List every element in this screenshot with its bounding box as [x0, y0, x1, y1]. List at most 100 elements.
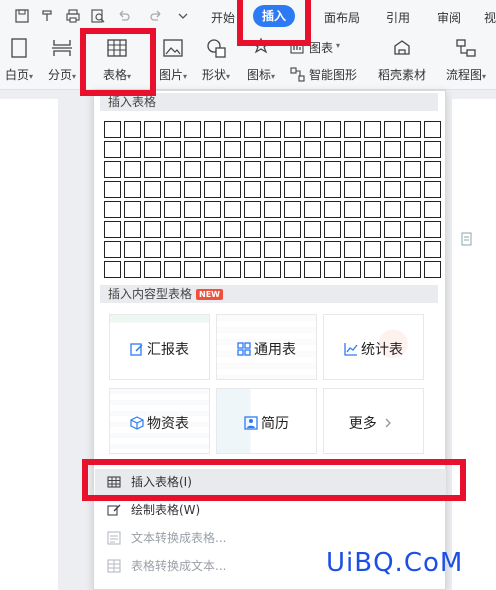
template-card-more[interactable]: 更多: [323, 388, 424, 454]
tab-references[interactable]: 引用: [386, 9, 410, 26]
grid-cell[interactable]: [424, 221, 441, 238]
document-page-right[interactable]: [452, 99, 496, 590]
grid-cell[interactable]: [104, 201, 121, 218]
grid-cell[interactable]: [244, 201, 261, 218]
grid-cell[interactable]: [244, 161, 261, 178]
grid-cell[interactable]: [264, 261, 281, 278]
grid-cell[interactable]: [244, 241, 261, 258]
grid-cell[interactable]: [204, 221, 221, 238]
grid-cell[interactable]: [264, 201, 281, 218]
grid-cell[interactable]: [204, 241, 221, 258]
grid-cell[interactable]: [144, 141, 161, 158]
grid-cell[interactable]: [184, 181, 201, 198]
template-card-statistics[interactable]: 统计表: [323, 314, 424, 380]
grid-cell[interactable]: [424, 121, 441, 138]
chevron-down-icon[interactable]: [175, 8, 191, 24]
grid-cell[interactable]: [304, 201, 321, 218]
grid-cell[interactable]: [304, 141, 321, 158]
grid-cell[interactable]: [184, 121, 201, 138]
tab-review[interactable]: 审阅: [437, 9, 461, 26]
grid-cell[interactable]: [144, 221, 161, 238]
grid-cell[interactable]: [224, 201, 241, 218]
grid-cell[interactable]: [364, 241, 381, 258]
grid-cell[interactable]: [324, 121, 341, 138]
grid-cell[interactable]: [164, 201, 181, 218]
grid-cell[interactable]: [364, 141, 381, 158]
grid-cell[interactable]: [184, 221, 201, 238]
grid-cell[interactable]: [144, 121, 161, 138]
grid-cell[interactable]: [324, 201, 341, 218]
grid-cell[interactable]: [424, 141, 441, 158]
grid-cell[interactable]: [124, 261, 141, 278]
material-button[interactable]: 稻壳素材: [374, 32, 430, 90]
undo-icon[interactable]: [116, 8, 132, 24]
grid-cell[interactable]: [224, 121, 241, 138]
grid-cell[interactable]: [164, 141, 181, 158]
grid-cell[interactable]: [384, 141, 401, 158]
grid-cell[interactable]: [184, 141, 201, 158]
grid-cell[interactable]: [364, 261, 381, 278]
grid-cell[interactable]: [404, 141, 421, 158]
grid-cell[interactable]: [224, 141, 241, 158]
grid-cell[interactable]: [384, 221, 401, 238]
grid-cell[interactable]: [144, 241, 161, 258]
grid-cell[interactable]: [344, 141, 361, 158]
grid-cell[interactable]: [184, 161, 201, 178]
paragraph-layout-icon[interactable]: [460, 232, 474, 246]
grid-cell[interactable]: [264, 181, 281, 198]
grid-cell[interactable]: [264, 121, 281, 138]
grid-cell[interactable]: [284, 221, 301, 238]
grid-cell[interactable]: [404, 121, 421, 138]
grid-cell[interactable]: [424, 261, 441, 278]
grid-cell[interactable]: [424, 181, 441, 198]
grid-cell[interactable]: [184, 201, 201, 218]
grid-cell[interactable]: [344, 201, 361, 218]
blank-page-button[interactable]: 白页▾: [0, 32, 38, 90]
grid-cell[interactable]: [364, 181, 381, 198]
grid-cell[interactable]: [284, 141, 301, 158]
grid-cell[interactable]: [104, 161, 121, 178]
grid-cell[interactable]: [344, 161, 361, 178]
grid-cell[interactable]: [164, 221, 181, 238]
grid-cell[interactable]: [104, 141, 121, 158]
grid-cell[interactable]: [144, 161, 161, 178]
print-preview-icon[interactable]: [90, 8, 106, 24]
grid-cell[interactable]: [104, 261, 121, 278]
shape-button[interactable]: 形状▾: [198, 32, 234, 90]
grid-cell[interactable]: [124, 181, 141, 198]
grid-cell[interactable]: [344, 241, 361, 258]
grid-cell[interactable]: [344, 181, 361, 198]
grid-cell[interactable]: [304, 241, 321, 258]
grid-cell[interactable]: [124, 121, 141, 138]
grid-cell[interactable]: [384, 121, 401, 138]
redo-icon[interactable]: [148, 8, 164, 24]
grid-cell[interactable]: [404, 201, 421, 218]
grid-cell[interactable]: [164, 181, 181, 198]
grid-cell[interactable]: [304, 221, 321, 238]
grid-cell[interactable]: [204, 121, 221, 138]
grid-cell[interactable]: [284, 201, 301, 218]
grid-cell[interactable]: [304, 181, 321, 198]
grid-cell[interactable]: [144, 261, 161, 278]
grid-cell[interactable]: [144, 181, 161, 198]
grid-cell[interactable]: [304, 121, 321, 138]
grid-cell[interactable]: [104, 221, 121, 238]
grid-cell[interactable]: [344, 221, 361, 238]
grid-cell[interactable]: [124, 201, 141, 218]
grid-cell[interactable]: [224, 241, 241, 258]
grid-cell[interactable]: [384, 261, 401, 278]
grid-cell[interactable]: [264, 221, 281, 238]
grid-cell[interactable]: [224, 181, 241, 198]
grid-cell[interactable]: [164, 261, 181, 278]
picture-button[interactable]: 图片▾: [155, 32, 191, 90]
grid-cell[interactable]: [184, 241, 201, 258]
grid-cell[interactable]: [284, 261, 301, 278]
grid-cell[interactable]: [224, 261, 241, 278]
grid-cell[interactable]: [204, 181, 221, 198]
flowchart-button[interactable]: 流程图▾: [438, 32, 494, 90]
grid-cell[interactable]: [384, 181, 401, 198]
grid-cell[interactable]: [384, 241, 401, 258]
grid-cell[interactable]: [324, 161, 341, 178]
grid-cell[interactable]: [284, 241, 301, 258]
grid-cell[interactable]: [204, 141, 221, 158]
